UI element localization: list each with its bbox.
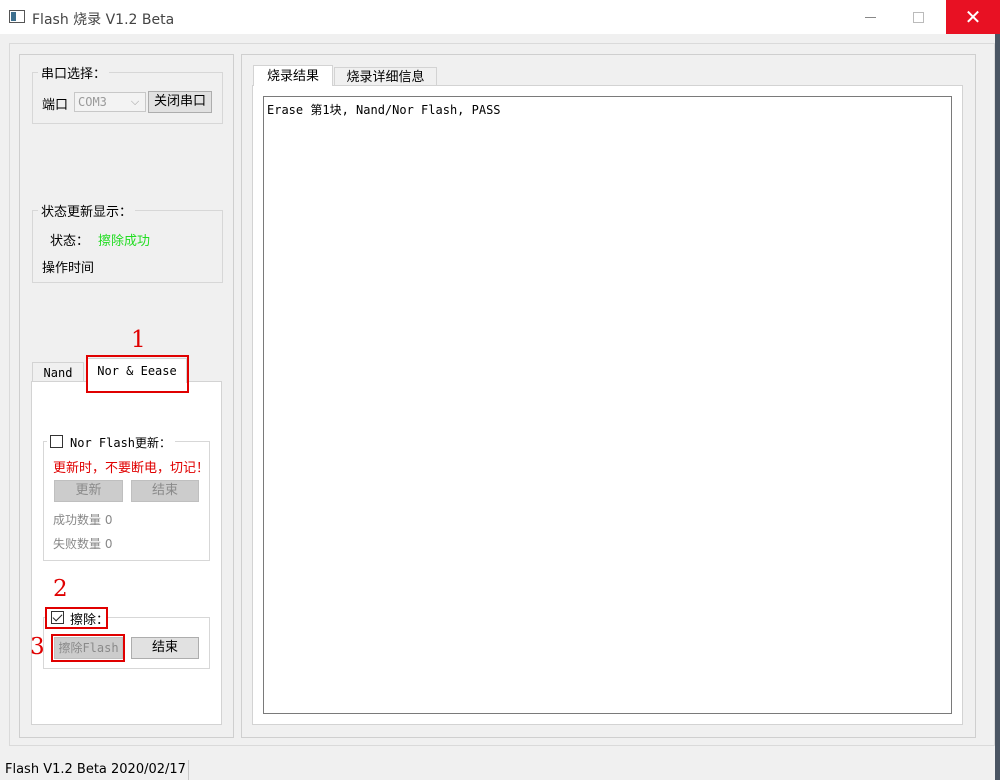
annotation-box-1 xyxy=(86,355,189,393)
annotation-box-2 xyxy=(45,607,108,629)
status-bar-separator xyxy=(188,760,189,780)
nor-update-label: Nor Flash更新： xyxy=(70,436,172,450)
close-button[interactable]: ✕ xyxy=(946,0,1000,34)
close-port-button[interactable]: 关闭串口 xyxy=(148,91,212,113)
erase-end-button[interactable]: 结束 xyxy=(131,637,199,659)
fail-count-value: 0 xyxy=(104,537,113,551)
annotation-number-1: 1 xyxy=(131,327,146,353)
annotation-number-2: 2 xyxy=(53,576,68,602)
success-count-value: 0 xyxy=(104,513,113,527)
status-value: 擦除成功 xyxy=(98,234,151,249)
tab-nand[interactable]: Nand xyxy=(32,362,84,382)
port-label: 端口 xyxy=(42,98,69,113)
status-label: 状态： xyxy=(50,234,90,249)
nor-update-checkbox[interactable] xyxy=(50,435,63,448)
background-window-edge xyxy=(995,34,1000,780)
annotation-box-3 xyxy=(51,634,125,662)
success-count-label: 成功数量 0 xyxy=(53,513,113,527)
annotation-number-3: 3 xyxy=(30,634,45,660)
nor-end-button[interactable]: 结束 xyxy=(131,480,199,502)
serial-group-title: 串口选择： xyxy=(38,63,110,82)
log-textarea[interactable] xyxy=(263,96,952,714)
nor-warning-text: 更新时，不要断电，切记！ xyxy=(53,461,210,476)
chevron-down-icon: ⌵ xyxy=(130,95,140,108)
close-icon: ✕ xyxy=(964,5,982,29)
window-title: Flash 烧录 V1.2 Beta xyxy=(32,12,175,28)
status-group-title: 状态更新显示： xyxy=(38,201,136,220)
update-button[interactable]: 更新 xyxy=(54,480,123,502)
tab-burn-result[interactable]: 烧录结果 xyxy=(253,65,333,86)
status-bar-text: Flash V1.2 Beta 2020/02/17 xyxy=(5,762,186,777)
maximize-button[interactable] xyxy=(894,0,944,34)
tab-burn-details[interactable]: 烧录详细信息 xyxy=(334,67,437,86)
minimize-button[interactable] xyxy=(848,0,894,34)
fail-count-label: 失败数量 0 xyxy=(53,537,113,551)
app-icon xyxy=(9,10,25,23)
operation-time-label: 操作时间 xyxy=(42,261,95,276)
log-line: Erase 第1块, Nand/Nor Flash, PASS xyxy=(267,103,501,117)
